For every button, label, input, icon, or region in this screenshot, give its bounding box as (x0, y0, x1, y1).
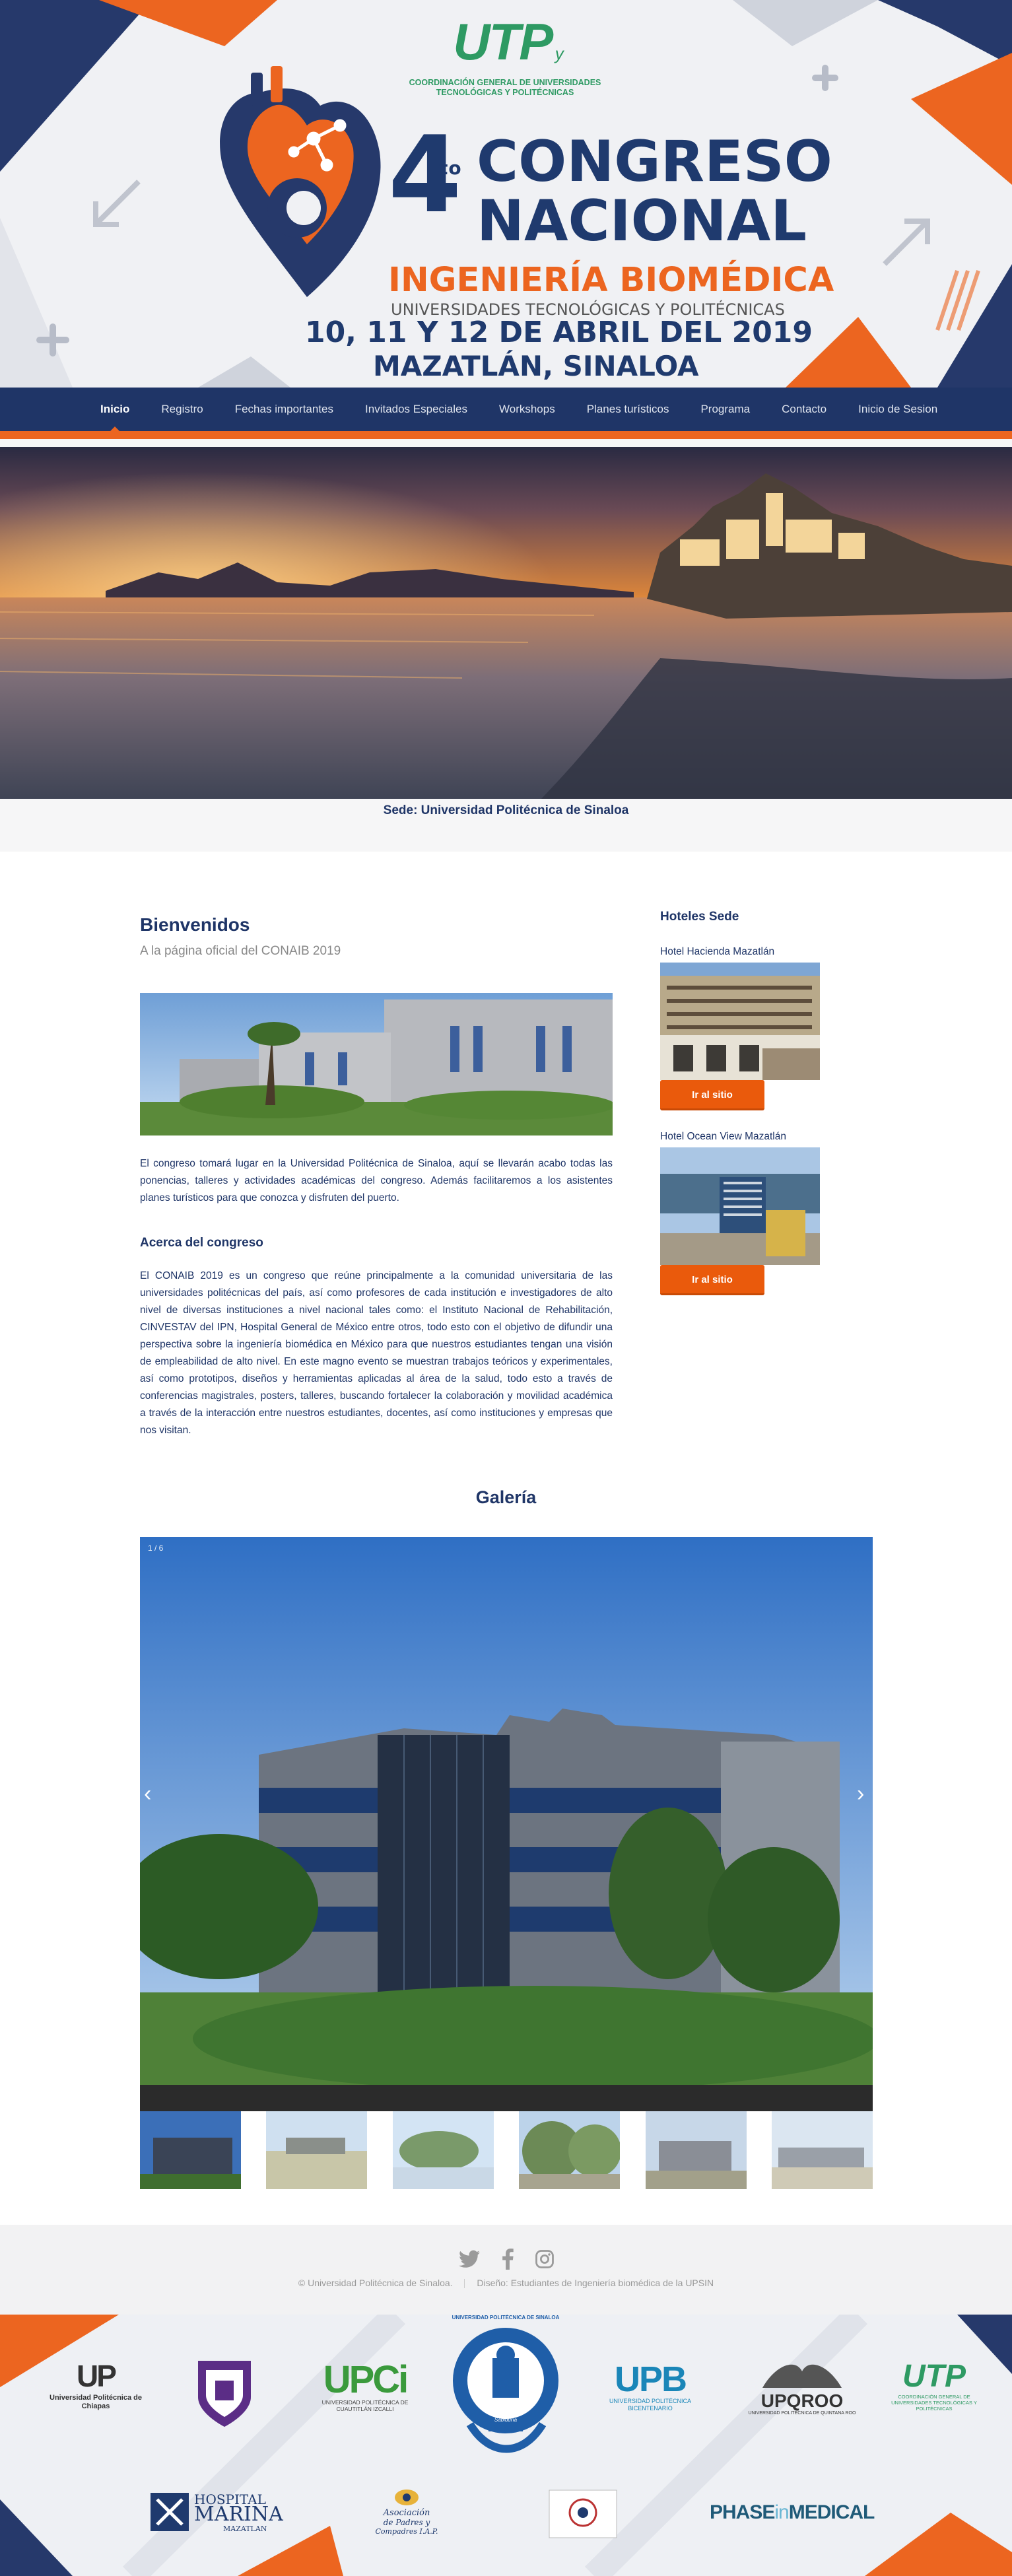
logo-phase-c: MEDICAL (788, 2501, 875, 2523)
gallery-main-photo (140, 1537, 873, 2091)
nav-item-planes[interactable]: Planes turísticos (571, 388, 685, 431)
logo-phase-b: in (774, 2501, 789, 2523)
hotels-title: Hoteles Sede (660, 910, 739, 924)
logo-utp-sponsor-abbr: UTP (902, 2359, 966, 2394)
hero-image (0, 447, 1012, 799)
utp-org-line2: TECNOLÓGICAS Y POLITÉCNICAS (436, 88, 574, 97)
logo-upsin-name: UNIVERSIDAD POLITÉCNICA DE SINALOA (452, 2315, 560, 2321)
instagram-icon[interactable] (535, 2249, 555, 2269)
welcome-subtitle: A la página oficial del CONAIB 2019 (140, 944, 341, 958)
gallery-prev-arrow[interactable]: ‹ (144, 1781, 151, 1807)
sponsors-section: UP Universidad Politécnica de Chiapas UP… (0, 2315, 1012, 2576)
nav-item-programa[interactable]: Programa (685, 388, 766, 431)
footer-copyright: © Universidad Politécnica de Sinaloa. (298, 2278, 453, 2288)
nav-item-inicio[interactable]: Inicio (84, 388, 145, 431)
edition-suffix: to (439, 157, 462, 179)
campus-building-photo (140, 993, 613, 1135)
gallery-thumb-3[interactable] (392, 2111, 494, 2189)
logo-upb-abbr: UPB (614, 2359, 687, 2399)
utp-logo: UTP y (422, 12, 594, 72)
about-text: El CONAIB 2019 es un congreso que reúne … (140, 1270, 613, 1436)
logo-upsin (453, 2328, 558, 2453)
footer-design-credit: Diseño: Estudiantes de Ingeniería bioméd… (477, 2278, 714, 2288)
utp-logo-small: y (555, 44, 564, 63)
gallery-next-arrow[interactable]: › (857, 1781, 864, 1807)
gallery-thumb-6[interactable] (771, 2111, 873, 2189)
logo-phase-a: PHASE (710, 2501, 775, 2523)
logo-upqroo-name: UNIVERSIDAD POLITÉCNICA DE QUINTANA ROO (748, 2411, 856, 2416)
title-line2: NACIONAL (477, 188, 807, 254)
gallery-thumb-2[interactable] (266, 2111, 368, 2189)
nav-item-login[interactable]: Inicio de Sesion (842, 388, 953, 431)
logo-hospital-marina-emblem (151, 2493, 189, 2531)
logo-hospital-line3: MAZATLAN (223, 2525, 267, 2533)
logo-hospital-line2: MARINA (194, 2503, 283, 2526)
hotel-hacienda-button[interactable]: Ir al sitio (660, 1080, 764, 1110)
gallery-thumb-4[interactable] (519, 2111, 621, 2189)
logo-utp-sponsor: UTP COORDINACIÓN GENERAL DE UNIVERSIDADE… (885, 2359, 984, 2412)
utp-org-line1: COORDINACIÓN GENERAL DE UNIVERSIDADES (409, 78, 601, 87)
footer: © Universidad Politécnica de Sinaloa. Di… (0, 2225, 1012, 2315)
nav-item-invitados[interactable]: Invitados Especiales (349, 388, 483, 431)
logo-asociacion: Asociación de Padres y Compadres I.A.P. (367, 2488, 446, 2536)
logo-hospital-marina: HOSPITAL MARINA MAZATLAN (151, 2493, 283, 2533)
hero-sunset-scene (0, 447, 1012, 799)
gallery-thumb-1[interactable] (140, 2111, 241, 2189)
hotel-ocean-view-photo[interactable] (660, 1147, 820, 1265)
logo-up-chiapas-name: Universidad Politécnica de Chiapas (50, 2394, 142, 2410)
header-banner: UTP y COORDINACIÓN GENERAL DE UNIVERSIDA… (0, 0, 1012, 388)
logo-upb-name: UNIVERSIDAD POLITÉCNICA BICENTENARIO (609, 2398, 692, 2412)
title-line1: CONGRESO (477, 129, 832, 195)
nav-item-workshops[interactable]: Workshops (483, 388, 571, 431)
nav-item-fechas[interactable]: Fechas importantes (219, 388, 349, 431)
logo-upsin-motto: Sabiduría (494, 2417, 518, 2423)
logo-upci: UPCi UNIVERSIDAD POLITÉCNICA DE CUAUTITL… (316, 2358, 415, 2413)
gallery-title: Galería (475, 1487, 537, 1507)
hotel-name-hacienda: Hotel Hacienda Mazatlán (660, 946, 775, 957)
hero-caption: Sede: Universidad Politécnica de Sinaloa (383, 803, 629, 817)
logo-university-shield (198, 2361, 251, 2427)
welcome-title: Bienvenidos (140, 914, 250, 935)
gallery-counter: 1 / 6 (148, 1543, 164, 1553)
logo-asociacion-emblem (395, 2490, 419, 2505)
main-content: Bienvenidos A la página oficial del CONA… (0, 852, 1012, 2225)
gallery-thumb-5[interactable] (645, 2111, 747, 2189)
logo-asociacion-line3: Compadres I.A.P. (375, 2527, 438, 2536)
logo-upci-name: UNIVERSIDAD POLITÉCNICA DE CUAUTITLÁN IZ… (321, 2399, 409, 2412)
logo-upqroo: UPQROO UNIVERSIDAD POLITÉCNICA DE QUINTA… (746, 2358, 858, 2416)
about-title: Acerca del congreso (140, 1236, 263, 1250)
twitter-icon[interactable] (459, 2250, 480, 2268)
hotel-name-ocean-view: Hotel Ocean View Mazatlán (660, 1131, 786, 1142)
logo-upqroo-emblem (762, 2364, 842, 2388)
logo-up-chiapas: UP Universidad Politécnica de Chiapas (46, 2358, 145, 2411)
main-navigation: Inicio Registro Fechas importantes Invit… (0, 388, 1012, 439)
logo-small-institution (549, 2490, 617, 2538)
nav-item-contacto[interactable]: Contacto (766, 388, 842, 431)
logo-upb: UPB UNIVERSIDAD POLITÉCNICA BICENTENARIO (594, 2361, 706, 2412)
logo-upqroo-abbr: UPQROO (760, 2390, 844, 2411)
nav-item-registro[interactable]: Registro (145, 388, 219, 431)
event-dates: 10, 11 Y 12 DE ABRIL DEL 2019 (305, 316, 813, 349)
logo-asociacion-line2: de Padres y (383, 2518, 430, 2527)
logo-utp-sponsor-name: COORDINACIÓN GENERAL DE UNIVERSIDADES TE… (891, 2394, 977, 2412)
hotel-ocean-view-button[interactable]: Ir al sitio (660, 1265, 764, 1295)
facebook-icon[interactable] (501, 2249, 514, 2270)
gallery-thumbnails (140, 2111, 873, 2189)
event-subtitle: INGENIERÍA BIOMÉDICA (388, 261, 834, 300)
gallery-slider: 1 / 6 ‹ › (140, 1537, 873, 2111)
welcome-intro: El congreso tomará lugar en la Universid… (140, 1158, 613, 1203)
logo-asociacion-line1: Asociación (383, 2508, 430, 2518)
logo-upci-abbr: UPCi (323, 2358, 409, 2401)
utp-logo-abbr: UTP (453, 13, 553, 71)
hotel-hacienda-photo[interactable] (660, 963, 820, 1080)
logo-phase-in-medical: PHASEinMEDICAL (710, 2501, 875, 2524)
logo-up-chiapas-abbr: UP (77, 2359, 117, 2393)
event-location: MAZATLÁN, SINALOA (373, 350, 699, 382)
